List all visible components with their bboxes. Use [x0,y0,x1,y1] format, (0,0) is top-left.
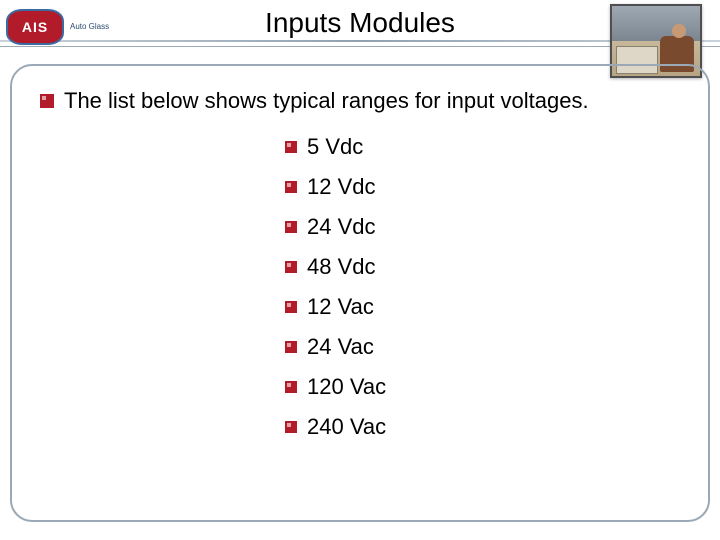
list-item: 48 Vdc [285,254,435,280]
voltage-value: 24 Vdc [307,214,435,240]
content-card: The list below shows typical ranges for … [10,64,710,522]
list-item: 24 Vdc [285,214,435,240]
voltage-value: 12 Vac [307,294,435,320]
list-item: 5 Vdc [285,134,435,160]
list-item: 120 Vac [285,374,435,400]
logo-badge: AIS [6,9,64,45]
list-item: 24 Vac [285,334,435,360]
bullet-icon [285,341,297,353]
bullet-icon [285,221,297,233]
logo-subtitle: Auto Glass [70,23,109,31]
list-item: 240 Vac [285,414,435,440]
brand-logo: AIS Auto Glass [6,4,124,50]
voltage-value: 240 Vac [307,414,435,440]
voltage-value: 48 Vdc [307,254,435,280]
bullet-icon [285,381,297,393]
voltage-value: 5 Vdc [307,134,435,160]
voltage-value: 120 Vac [307,374,435,400]
bullet-icon [285,421,297,433]
voltage-value: 12 Vdc [307,174,435,200]
slide: Inputs Modules AIS Auto Glass The list b… [0,0,720,540]
bullet-icon [285,181,297,193]
list-item: 12 Vac [285,294,435,320]
intro-text: The list below shows typical ranges for … [64,88,589,114]
bullet-icon [285,301,297,313]
bullet-icon [285,141,297,153]
page-title: Inputs Modules [265,7,455,39]
corner-image-head [672,24,686,38]
list-item: 12 Vdc [285,174,435,200]
bullet-icon [40,94,54,108]
voltage-value: 24 Vac [307,334,435,360]
intro-row: The list below shows typical ranges for … [40,88,680,114]
voltage-list: 5 Vdc 12 Vdc 24 Vdc 48 Vdc 12 Vac 24 Vac [40,134,680,440]
bullet-icon [285,261,297,273]
